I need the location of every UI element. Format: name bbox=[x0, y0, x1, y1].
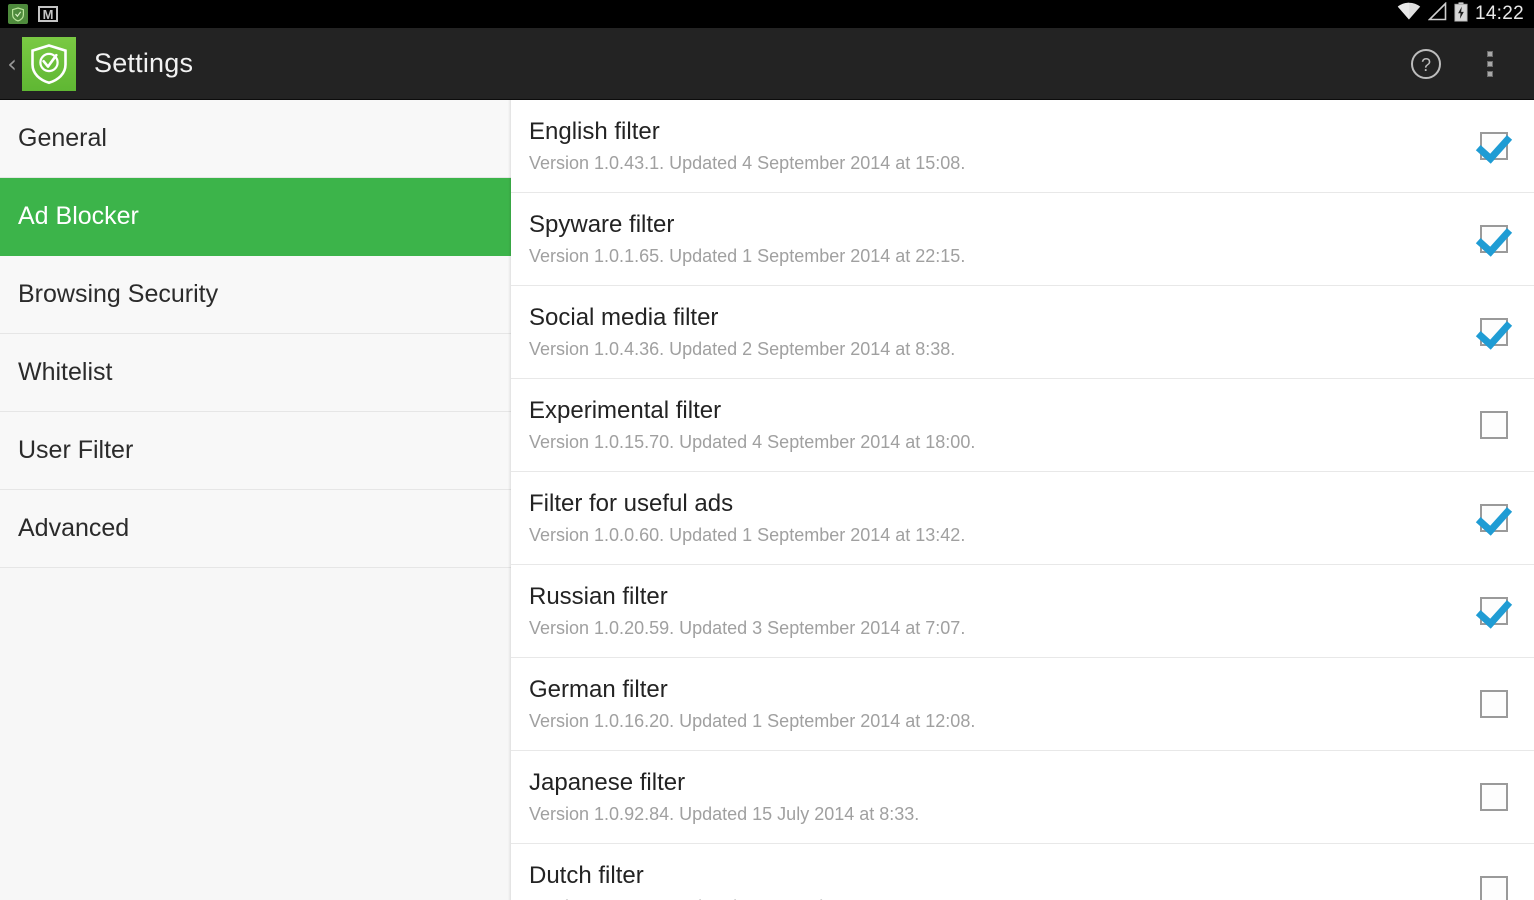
android-status-bar: M 14:22 bbox=[0, 0, 1534, 28]
sidebar-item-general[interactable]: General bbox=[0, 100, 511, 178]
sidebar-item-advanced[interactable]: Advanced bbox=[0, 490, 511, 568]
filter-meta: Version 1.0.0.60. Updated 1 September 20… bbox=[529, 524, 966, 545]
filter-checkbox[interactable] bbox=[1480, 783, 1508, 811]
wifi-icon bbox=[1397, 2, 1421, 26]
back-chevron-icon[interactable]: ‹ bbox=[2, 52, 22, 76]
svg-text:?: ? bbox=[1421, 55, 1431, 75]
table-row[interactable]: Russian filter Version 1.0.20.59. Update… bbox=[511, 565, 1534, 658]
sidebar-item-label: Advanced bbox=[18, 514, 130, 542]
app-root: M 14:22 ‹ Settings ? General Ad Blocker … bbox=[0, 0, 1534, 900]
sidebar-item-ad-blocker[interactable]: Ad Blocker bbox=[0, 178, 511, 256]
filter-text-block: English filter Version 1.0.43.1. Updated… bbox=[529, 118, 1480, 173]
filter-meta: Version 1.0.20.59. Updated 3 September 2… bbox=[529, 617, 966, 638]
page-title: Settings bbox=[94, 48, 194, 78]
overflow-dot bbox=[1487, 60, 1493, 67]
filter-text-block: Japanese filter Version 1.0.92.84. Updat… bbox=[529, 769, 1480, 824]
sidebar-item-label: Ad Blocker bbox=[18, 202, 139, 230]
filter-text-block: Dutch filter Version 1.0.7.81. Updated 3… bbox=[529, 862, 1480, 900]
filter-name: Dutch filter bbox=[529, 862, 644, 890]
overflow-dot bbox=[1487, 50, 1493, 57]
sidebar-item-whitelist[interactable]: Whitelist bbox=[0, 334, 511, 412]
filter-name: Spyware filter bbox=[529, 211, 675, 239]
action-bar: ‹ Settings ? bbox=[0, 28, 1534, 100]
filter-text-block: Russian filter Version 1.0.20.59. Update… bbox=[529, 583, 1480, 638]
table-row[interactable]: German filter Version 1.0.16.20. Updated… bbox=[511, 658, 1534, 751]
filter-checkbox[interactable] bbox=[1480, 597, 1508, 625]
filter-meta: Version 1.0.1.65. Updated 1 September 20… bbox=[529, 245, 966, 266]
sidebar-item-label: Whitelist bbox=[18, 358, 113, 386]
filter-text-block: Filter for useful ads Version 1.0.0.60. … bbox=[529, 490, 1480, 545]
signal-icon bbox=[1427, 1, 1447, 26]
adguard-shield-logo[interactable] bbox=[22, 36, 76, 91]
filter-checkbox[interactable] bbox=[1480, 690, 1508, 718]
filter-name: Japanese filter bbox=[529, 769, 686, 797]
filter-checkbox[interactable] bbox=[1480, 225, 1508, 253]
filter-text-block: Experimental filter Version 1.0.15.70. U… bbox=[529, 397, 1480, 452]
filter-name: Social media filter bbox=[529, 304, 719, 332]
sidebar-item-label: User Filter bbox=[18, 436, 134, 464]
filter-list[interactable]: English filter Version 1.0.43.1. Updated… bbox=[511, 100, 1534, 900]
table-row[interactable]: Japanese filter Version 1.0.92.84. Updat… bbox=[511, 751, 1534, 844]
table-row[interactable]: Social media filter Version 1.0.4.36. Up… bbox=[511, 286, 1534, 379]
battery-charging-icon bbox=[1454, 1, 1468, 27]
overflow-dot bbox=[1487, 70, 1493, 77]
overflow-menu-icon[interactable] bbox=[1458, 28, 1522, 100]
gmail-icon: M bbox=[38, 6, 58, 22]
sidebar-item-browsing-security[interactable]: Browsing Security bbox=[0, 256, 511, 334]
table-row[interactable]: Experimental filter Version 1.0.15.70. U… bbox=[511, 379, 1534, 472]
filter-text-block: Social media filter Version 1.0.4.36. Up… bbox=[529, 304, 1480, 359]
status-bar-system-icons: 14:22 bbox=[1397, 1, 1534, 27]
table-row[interactable]: Filter for useful ads Version 1.0.0.60. … bbox=[511, 472, 1534, 565]
settings-sidebar: General Ad Blocker Browsing Security Whi… bbox=[0, 100, 511, 900]
help-icon[interactable]: ? bbox=[1394, 28, 1458, 100]
filter-name: Russian filter bbox=[529, 583, 668, 611]
filter-name: German filter bbox=[529, 676, 668, 704]
action-bar-actions: ? bbox=[1394, 28, 1534, 100]
status-bar-notifications: M bbox=[0, 4, 58, 24]
status-bar-clock: 14:22 bbox=[1474, 3, 1524, 24]
table-row[interactable]: Spyware filter Version 1.0.1.65. Updated… bbox=[511, 193, 1534, 286]
filter-name: Experimental filter bbox=[529, 397, 722, 425]
sidebar-item-label: General bbox=[18, 124, 107, 152]
filter-name: Filter for useful ads bbox=[529, 490, 734, 518]
filter-checkbox[interactable] bbox=[1480, 504, 1508, 532]
filter-checkbox[interactable] bbox=[1480, 318, 1508, 346]
filter-meta: Version 1.0.15.70. Updated 4 September 2… bbox=[529, 431, 976, 452]
filter-checkbox[interactable] bbox=[1480, 876, 1508, 900]
filter-text-block: Spyware filter Version 1.0.1.65. Updated… bbox=[529, 211, 1480, 266]
table-row[interactable]: English filter Version 1.0.43.1. Updated… bbox=[511, 100, 1534, 193]
filter-meta: Version 1.0.43.1. Updated 4 September 20… bbox=[529, 152, 966, 173]
filter-text-block: German filter Version 1.0.16.20. Updated… bbox=[529, 676, 1480, 731]
table-row[interactable]: Dutch filter Version 1.0.7.81. Updated 3… bbox=[511, 844, 1534, 900]
sidebar-item-user-filter[interactable]: User Filter bbox=[0, 412, 511, 490]
sidebar-item-label: Browsing Security bbox=[18, 280, 219, 308]
filter-meta: Version 1.0.4.36. Updated 2 September 20… bbox=[529, 338, 956, 359]
filter-checkbox[interactable] bbox=[1480, 132, 1508, 160]
filter-meta: Version 1.0.92.84. Updated 15 July 2014 … bbox=[529, 803, 920, 824]
filter-checkbox[interactable] bbox=[1480, 411, 1508, 439]
adguard-shield-icon bbox=[8, 4, 28, 24]
filter-meta: Version 1.0.16.20. Updated 1 September 2… bbox=[529, 710, 976, 731]
filter-name: English filter bbox=[529, 118, 660, 146]
main-content: General Ad Blocker Browsing Security Whi… bbox=[0, 100, 1534, 900]
